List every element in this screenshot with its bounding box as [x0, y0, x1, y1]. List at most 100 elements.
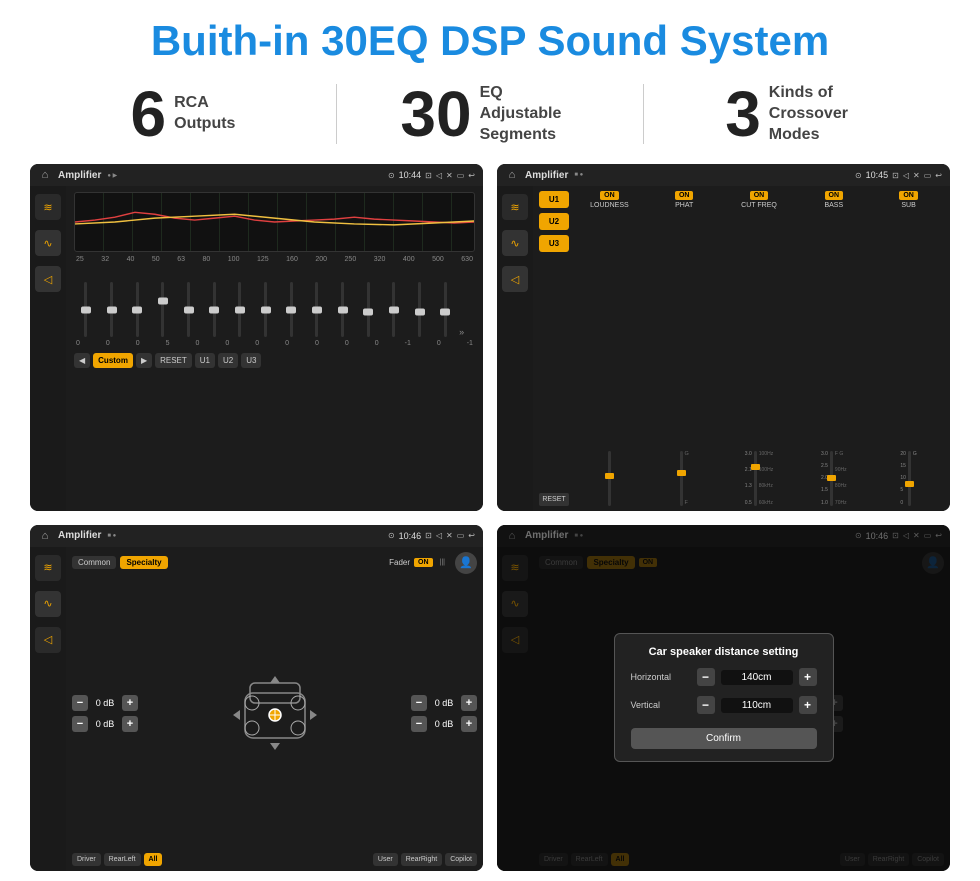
phat-on-btn[interactable]: ON [675, 191, 694, 200]
vol3-plus-btn[interactable]: + [461, 695, 477, 711]
dialog-vertical-row: Vertical − 110cm + [631, 696, 817, 714]
rearleft-btn[interactable]: RearLeft [104, 853, 141, 866]
vol4-minus-btn[interactable]: − [411, 716, 427, 732]
cutfreq-label: CUT FREQ [741, 202, 777, 209]
fad-sidebar-eq-icon[interactable]: ≋ [35, 555, 61, 581]
vol1-minus-btn[interactable]: − [72, 695, 88, 711]
eq-slider-6[interactable] [202, 282, 226, 337]
eq-slider-8[interactable] [254, 282, 278, 337]
cro-sidebar-wave-icon[interactable]: ∿ [502, 230, 528, 256]
eq-slider-5[interactable] [177, 282, 201, 337]
eq-u2-btn[interactable]: U2 [218, 353, 238, 368]
sub-slider-area: 20151050 G [900, 211, 916, 505]
dialog-vertical-label: Vertical [631, 700, 691, 710]
channel-cutfreq: ON CUT FREQ 3.02.11.30.5 100Hz100Hz80kHz… [724, 191, 795, 505]
eq-more-arrow[interactable]: » [459, 327, 475, 337]
eq-slider-12[interactable] [356, 282, 380, 337]
cro-u1-btn[interactable]: U1 [539, 191, 569, 208]
eq-loc-icon: ⊙ [388, 171, 395, 180]
dialog-horizontal-row: Horizontal − 140cm + [631, 668, 817, 686]
eq-slider-3[interactable] [125, 282, 149, 337]
user-btn[interactable]: User [373, 853, 398, 866]
dialog-vertical-plus[interactable]: + [799, 696, 817, 714]
fader-common-tab[interactable]: Common [72, 556, 116, 569]
bass-label: BASS [824, 202, 843, 209]
eq-slider-9[interactable] [279, 282, 303, 337]
stat-eq-number: 30 [400, 82, 471, 146]
loudness-on-btn[interactable]: ON [600, 191, 619, 200]
dialog-vertical-value: 110cm [721, 698, 793, 713]
stat-eq: 30 EQ AdjustableSegments [337, 82, 643, 146]
bass-on-btn[interactable]: ON [825, 191, 844, 200]
sidebar-wave-icon[interactable]: ∿ [35, 230, 61, 256]
stats-row: 6 RCAOutputs 30 EQ AdjustableSegments 3 … [30, 82, 950, 146]
fader-vol-row-4: − 0 dB + [411, 716, 477, 732]
eq-custom-btn[interactable]: Custom [93, 353, 133, 368]
dialog-vertical-minus[interactable]: − [697, 696, 715, 714]
fader-bottom-row: Driver RearLeft All User RearRight Copil… [72, 853, 477, 866]
fader-tabs-row: Common Specialty Fader ON ||| 👤 [72, 552, 477, 574]
fad-sidebar-wave-icon[interactable]: ∿ [35, 591, 61, 617]
fader-specialty-tab[interactable]: Specialty [120, 556, 167, 569]
eq-rect-icon: ▭ [457, 171, 465, 180]
cro-reset-btn[interactable]: RESET [539, 493, 569, 506]
eq-reset-btn[interactable]: RESET [155, 353, 192, 368]
all-btn[interactable]: All [144, 853, 163, 866]
driver-btn[interactable]: Driver [72, 853, 101, 866]
eq-slider-7[interactable] [228, 282, 252, 337]
screen-crossover: ⌂ Amplifier ■ ● ⊙ 10:45 ⊡ ◁ ✕ ▭ ↩ ≋ ∿ ◁ [497, 164, 950, 510]
vol2-plus-btn[interactable]: + [122, 716, 138, 732]
loudness-slider [608, 211, 611, 505]
copilot-btn[interactable]: Copilot [445, 853, 477, 866]
vol2-minus-btn[interactable]: − [72, 716, 88, 732]
eq-slider-10[interactable] [305, 282, 329, 337]
eq-slider-14[interactable] [408, 282, 432, 337]
cro-u3-btn[interactable]: U3 [539, 235, 569, 252]
eq-top-bar: ⌂ Amplifier ● ▶ ⊙ 10:44 ⊡ ◁ ✕ ▭ ↩ [30, 164, 483, 186]
screen-speaker-dialog: ⌂ Amplifier ■ ● ⊙ 10:46 ⊡ ◁ ✕ ▭ ↩ ≋ ∿ ◁ [497, 525, 950, 871]
eq-slider-11[interactable] [331, 282, 355, 337]
eq-sliders-row: » [74, 267, 475, 337]
eq-u1-btn[interactable]: U1 [195, 353, 215, 368]
eq-slider-4[interactable] [151, 282, 175, 337]
fad-sidebar-speaker-icon[interactable]: ◁ [35, 627, 61, 653]
page-wrapper: Buith-in 30EQ DSP Sound System 6 RCAOutp… [0, 0, 980, 881]
eq-sidebar: ≋ ∿ ◁ [30, 186, 66, 510]
cro-u2-btn[interactable]: U2 [539, 213, 569, 230]
phat-vslider[interactable] [680, 451, 683, 506]
sub-vslider[interactable] [908, 451, 911, 506]
sidebar-speaker-icon[interactable]: ◁ [35, 266, 61, 292]
sub-g-labels: G [913, 451, 917, 506]
channel-loudness: ON LOUDNESS [574, 191, 645, 505]
dialog-horizontal-plus[interactable]: + [799, 668, 817, 686]
stat-eq-label: EQ AdjustableSegments [480, 83, 580, 145]
sidebar-eq-icon[interactable]: ≋ [35, 194, 61, 220]
phat-label: PHAT [675, 202, 693, 209]
stat-rca-number: 6 [131, 82, 167, 146]
loudness-vslider[interactable] [608, 451, 611, 506]
sub-on-btn[interactable]: ON [899, 191, 918, 200]
vol3-minus-btn[interactable]: − [411, 695, 427, 711]
cutfreq-vslider[interactable] [754, 451, 757, 506]
vol1-plus-btn[interactable]: + [122, 695, 138, 711]
eq-slider-15[interactable] [433, 282, 457, 337]
cutfreq-on-btn[interactable]: ON [750, 191, 769, 200]
screenshots-grid: ⌂ Amplifier ● ▶ ⊙ 10:44 ⊡ ◁ ✕ ▭ ↩ ≋ ∿ ◁ [30, 164, 950, 871]
bass-vslider[interactable] [830, 451, 833, 506]
cro-sidebar-eq-icon[interactable]: ≋ [502, 194, 528, 220]
eq-slider-2[interactable] [100, 282, 124, 337]
vol4-plus-btn[interactable]: + [461, 716, 477, 732]
eq-u3-btn[interactable]: U3 [241, 353, 261, 368]
eq-prev-btn[interactable]: ◀ [74, 353, 90, 368]
eq-slider-13[interactable] [382, 282, 406, 337]
dialog-horizontal-minus[interactable]: − [697, 668, 715, 686]
freq-80: 80 [202, 256, 210, 263]
rearright-btn[interactable]: RearRight [401, 853, 443, 866]
eq-time: 10:44 [399, 170, 422, 180]
eq-slider-1[interactable] [74, 282, 98, 337]
eq-next-btn[interactable]: ▶ [136, 353, 152, 368]
phat-slider-area: GF [680, 211, 689, 505]
cro-sidebar-speaker-icon[interactable]: ◁ [502, 266, 528, 292]
dialog-confirm-btn[interactable]: Confirm [631, 728, 817, 749]
eq-graph [74, 192, 475, 252]
